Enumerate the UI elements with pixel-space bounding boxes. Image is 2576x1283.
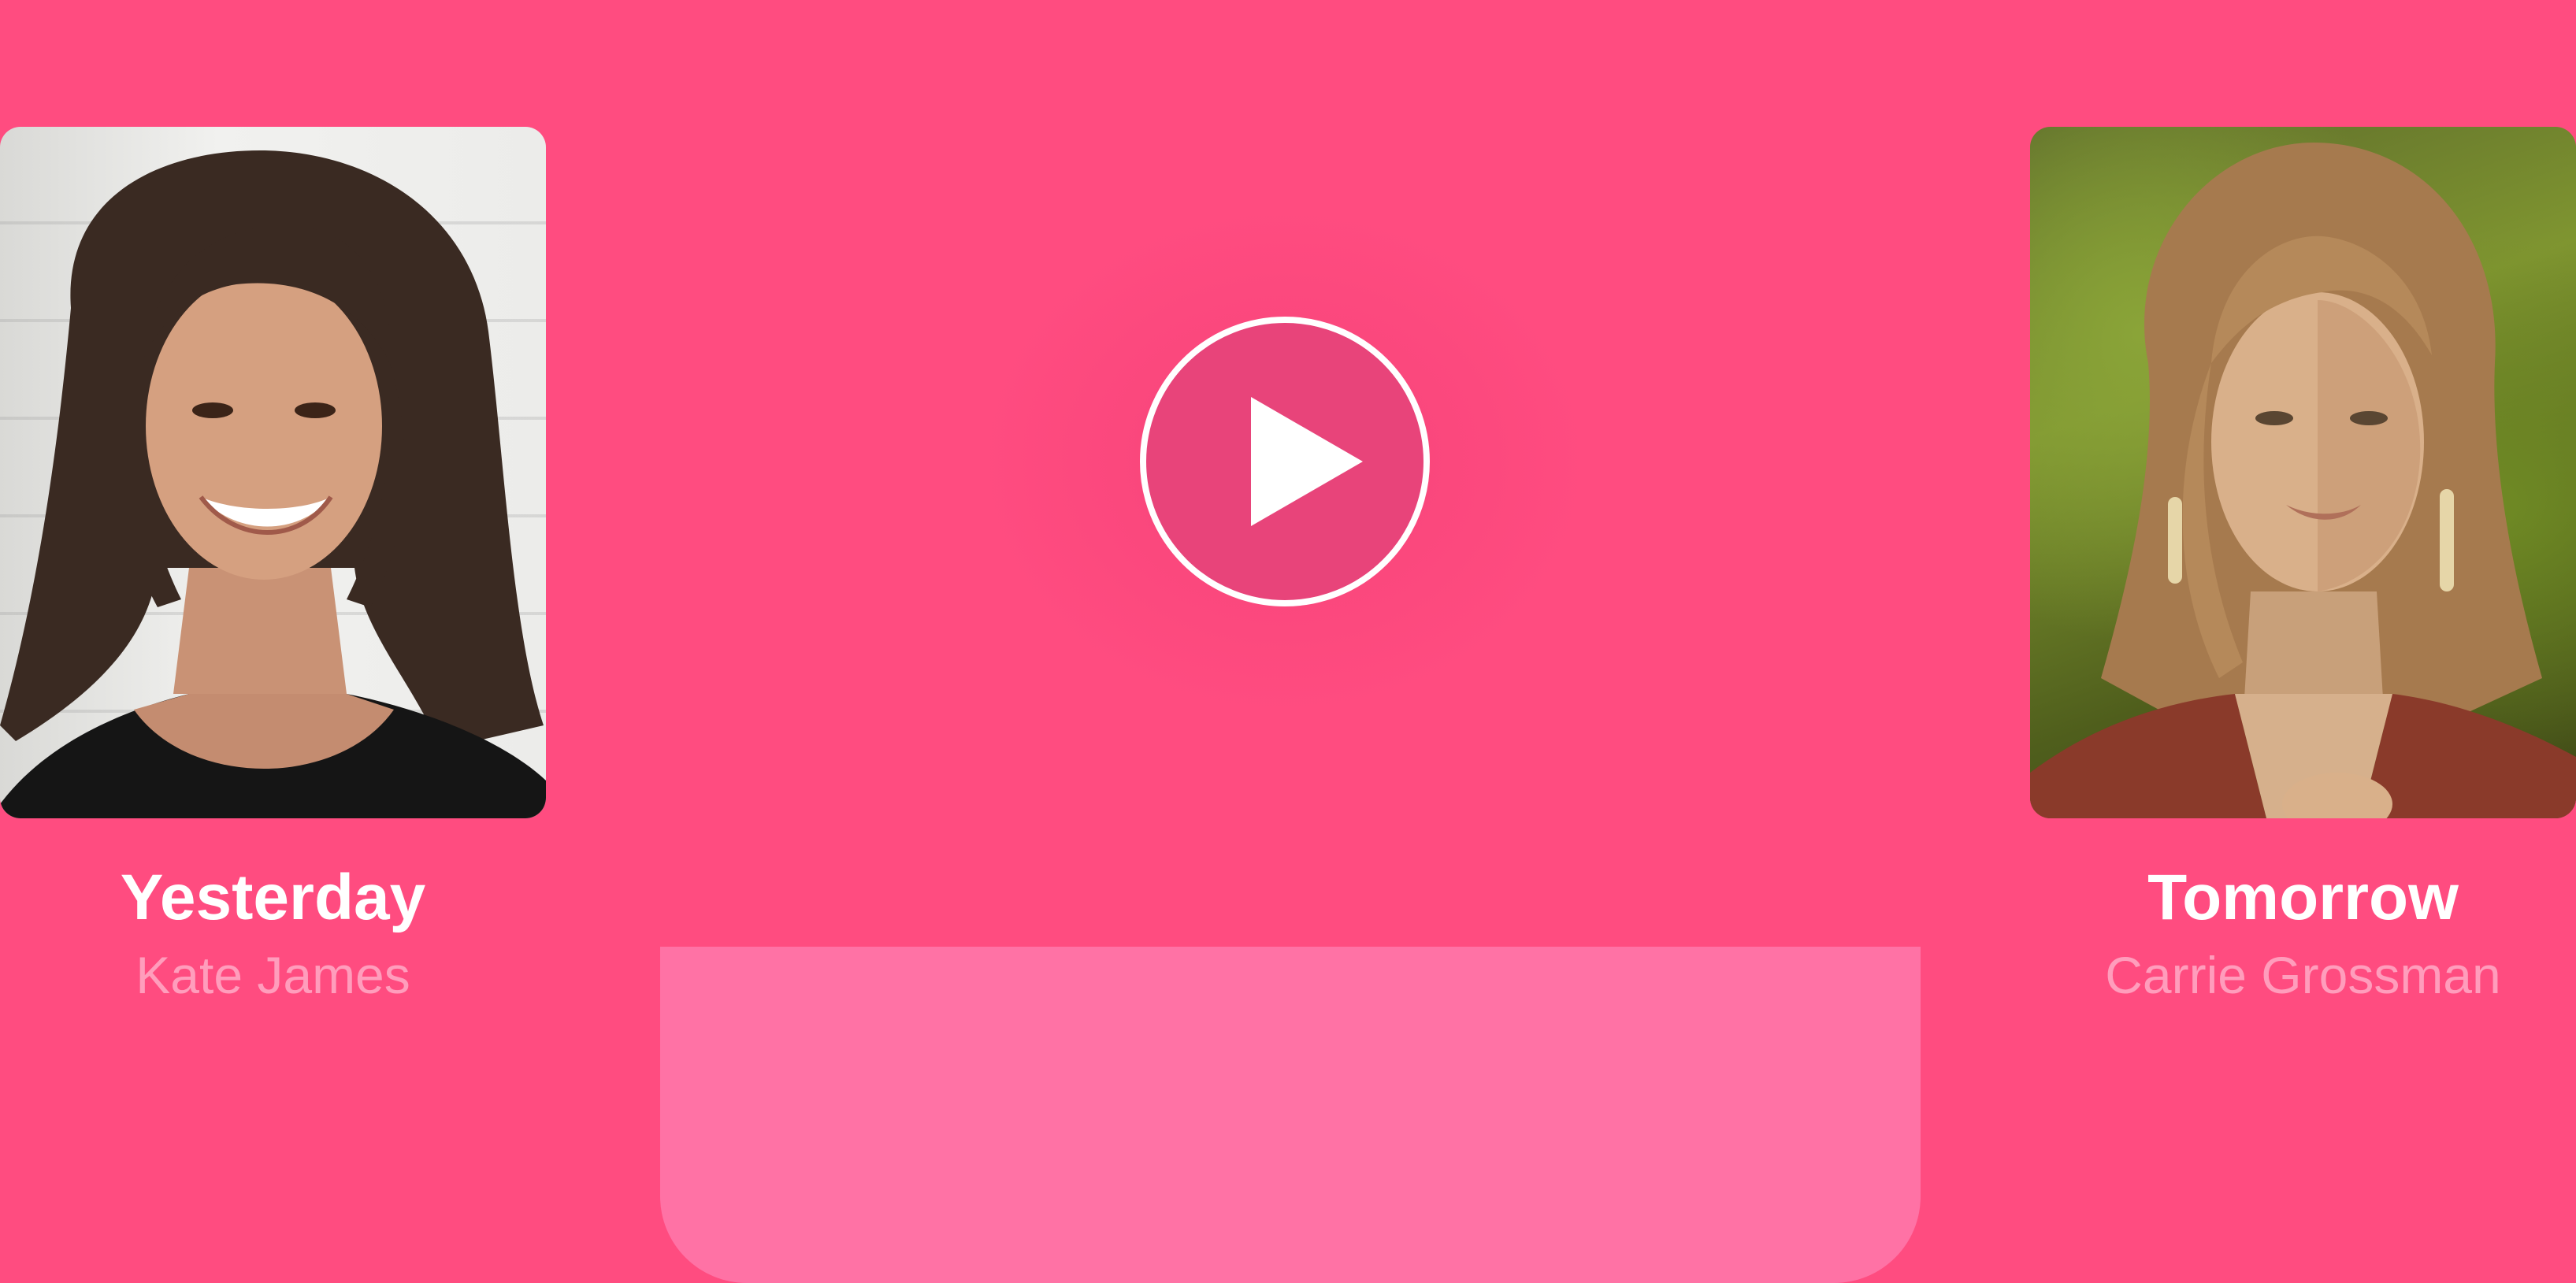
carrie-grossman-photo bbox=[2030, 127, 2576, 818]
meditation-player-screen: Yesterday Kate James Tomorrow Carrie Gro… bbox=[0, 0, 2576, 1283]
yesterday-teacher-name: Kate James bbox=[135, 946, 410, 1004]
tomorrow-title: Tomorrow bbox=[2147, 862, 2459, 933]
bottom-panel bbox=[660, 947, 1921, 1283]
tomorrow-teacher-name: Carrie Grossman bbox=[2105, 946, 2501, 1004]
yesterday-title: Yesterday bbox=[120, 862, 426, 933]
tomorrow-labels: Tomorrow Carrie Grossman bbox=[2030, 855, 2576, 1009]
portrait-photo bbox=[2030, 143, 2576, 818]
yesterday-labels: Yesterday Kate James bbox=[0, 855, 546, 1009]
tomorrow-card[interactable] bbox=[2030, 127, 2576, 818]
play-circle-icon bbox=[1140, 317, 1430, 606]
portrait-photo bbox=[0, 150, 546, 818]
kate-james-photo bbox=[0, 127, 546, 818]
play-button[interactable] bbox=[1138, 315, 1431, 608]
yesterday-card[interactable] bbox=[0, 127, 546, 818]
